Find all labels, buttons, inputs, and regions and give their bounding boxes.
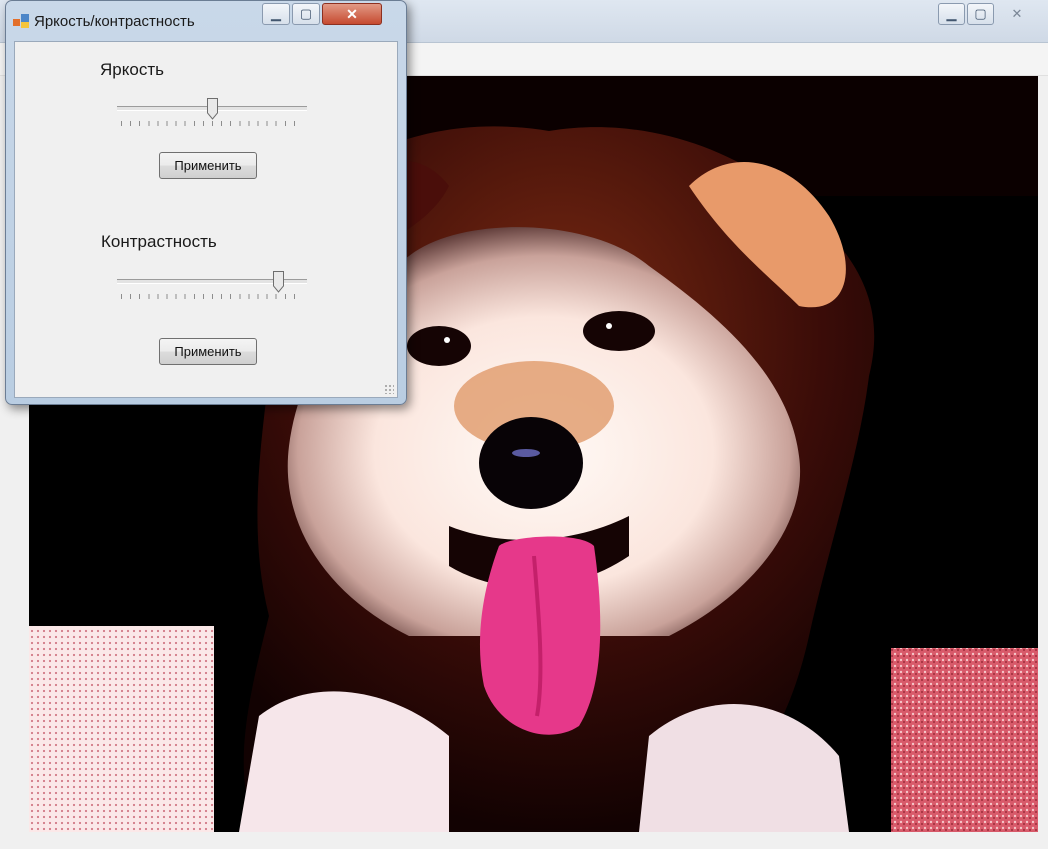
dialog-minimize-button[interactable]: ▁ (262, 3, 290, 25)
dialog-title: Яркость/контрастность (34, 13, 195, 30)
maximize-icon: ▢ (299, 6, 313, 21)
close-icon: ✕ (1011, 6, 1023, 21)
minimize-icon: ▁ (271, 6, 281, 21)
contrast-apply-button[interactable]: Применить (159, 338, 257, 365)
dog-left-eye (407, 326, 471, 366)
close-icon: ✕ (346, 5, 358, 22)
main-maximize-button[interactable]: ▢ (967, 3, 994, 25)
resize-grip[interactable] (384, 384, 394, 394)
form-app-icon (13, 14, 29, 28)
main-close-button[interactable]: ✕ (996, 3, 1038, 25)
dialog-maximize-button[interactable]: ▢ (292, 3, 320, 25)
main-status-strip (0, 832, 1048, 849)
dog-nose (479, 417, 583, 509)
main-minimize-button[interactable]: ▁ (938, 3, 965, 25)
contrast-label: Контрастность (101, 232, 217, 251)
dialog-titlebar[interactable]: Яркость/контрастность ▁ ▢ ✕ (6, 1, 406, 41)
contrast-slider[interactable] (117, 271, 307, 305)
brightness-ticks (121, 121, 303, 126)
brightness-label: Яркость (100, 60, 164, 79)
brightness-slider[interactable] (117, 98, 307, 132)
right-cushion (891, 648, 1038, 832)
left-cushion (29, 626, 214, 832)
minimize-icon: ▁ (946, 6, 957, 21)
dialog-close-button[interactable]: ✕ (322, 3, 382, 25)
brightness-contrast-dialog: Яркость/контрастность ▁ ▢ ✕ Яркость Прим… (5, 0, 407, 405)
brightness-thumb[interactable] (207, 98, 218, 120)
contrast-thumb[interactable] (273, 271, 284, 293)
contrast-ticks (121, 294, 303, 299)
brightness-apply-button[interactable]: Применить (159, 152, 257, 179)
maximize-icon: ▢ (974, 6, 987, 21)
main-caption-buttons: ▁ ▢ ✕ (936, 3, 1038, 25)
dialog-caption-buttons: ▁ ▢ ✕ (260, 3, 382, 25)
dog-right-eye (583, 311, 655, 351)
dialog-client-area: Яркость Применить Контрастность Применит… (14, 41, 398, 398)
